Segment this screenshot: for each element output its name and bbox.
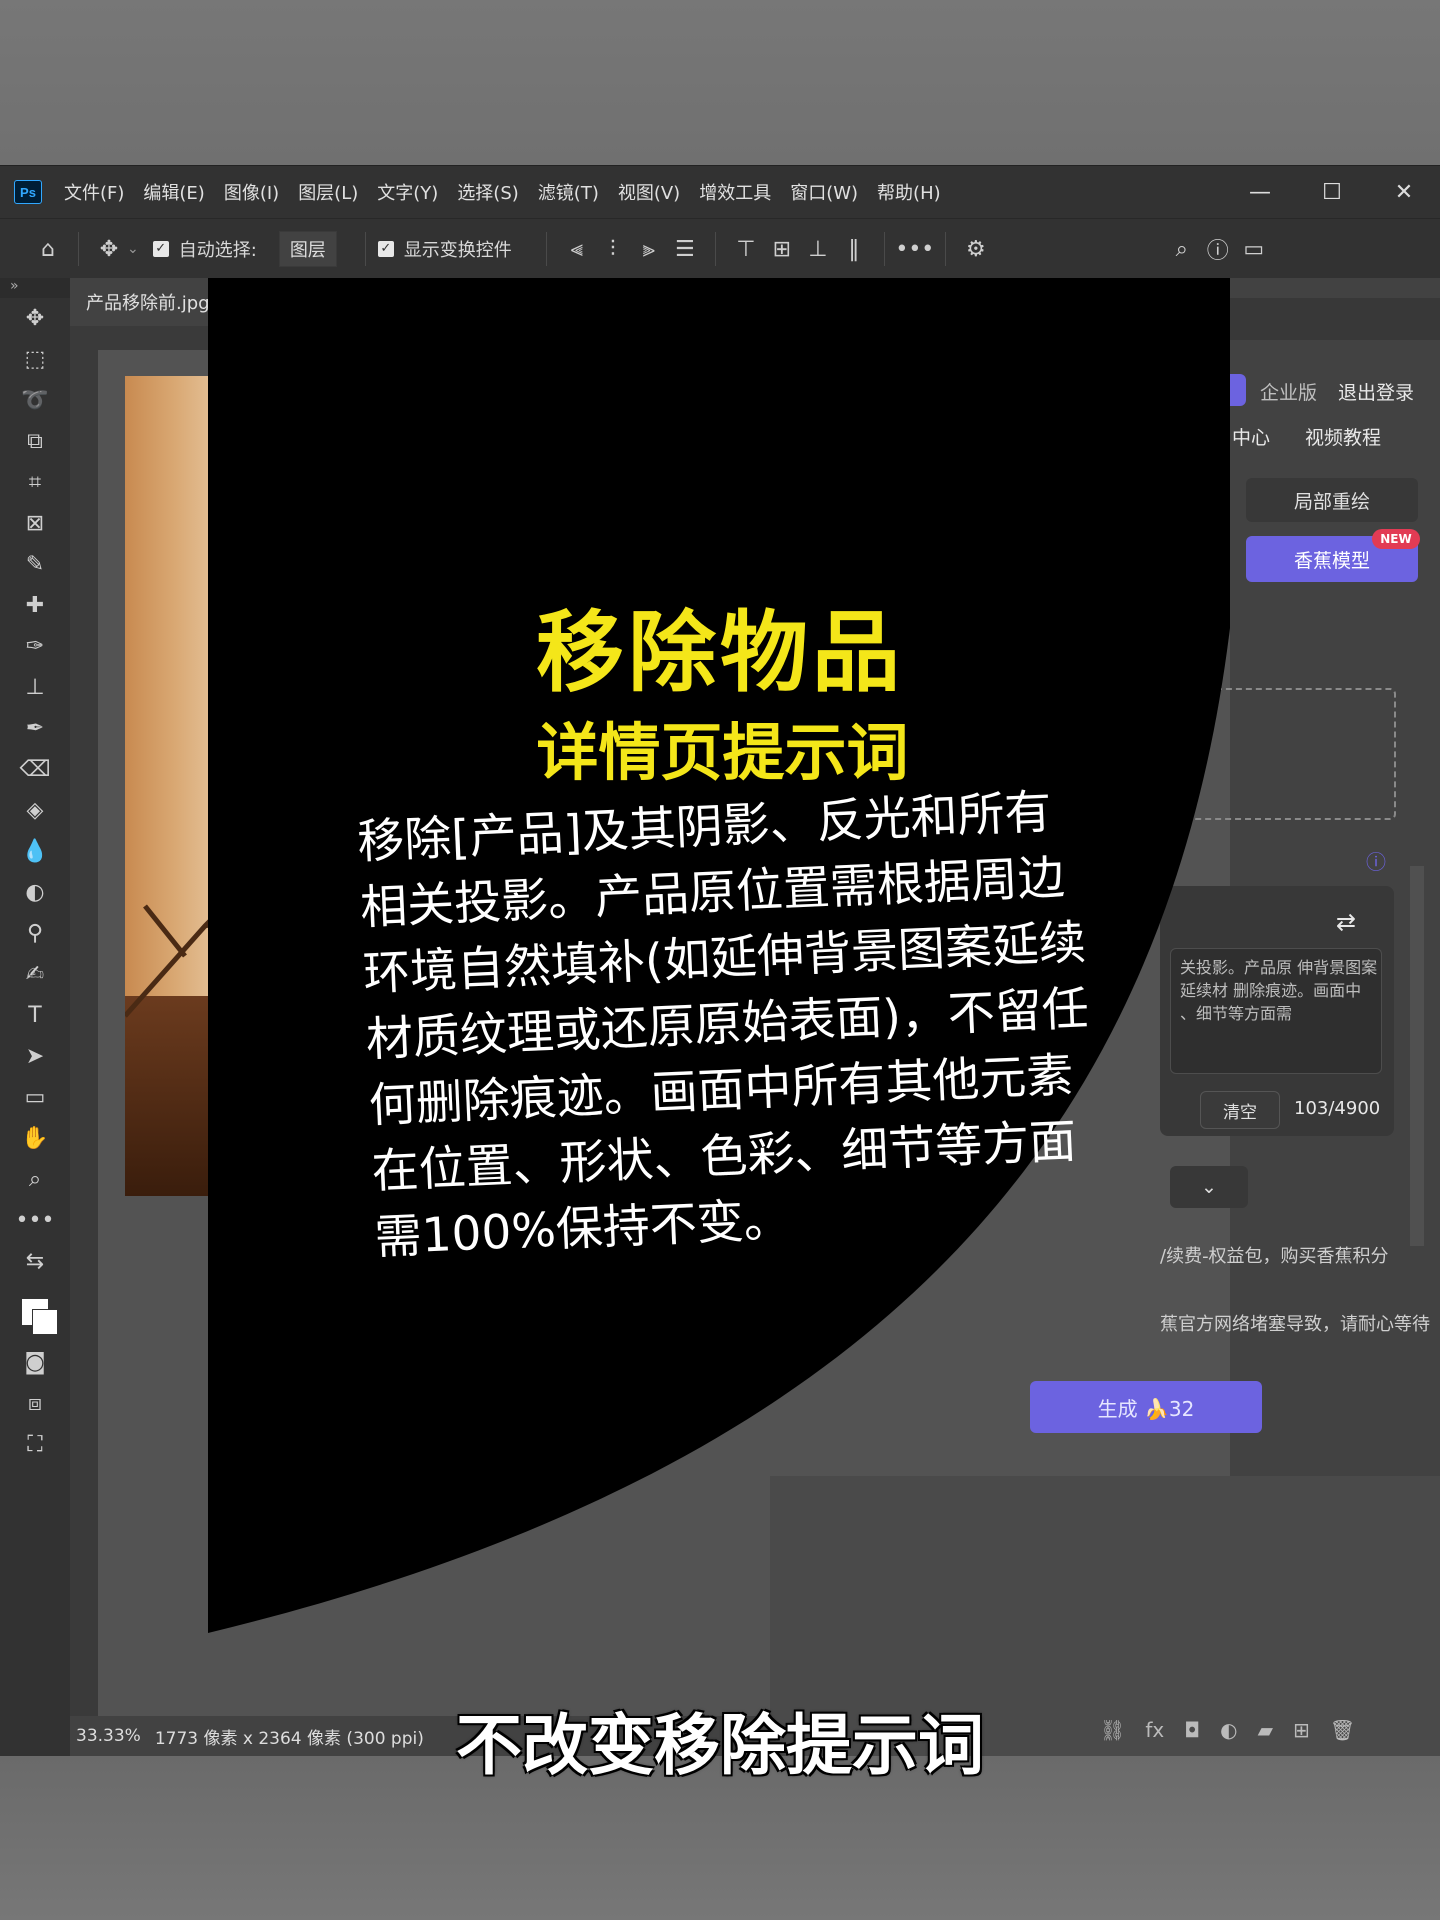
more-tools-icon[interactable]: ••• xyxy=(0,1200,70,1241)
screen-mode-icon[interactable]: ⧈ xyxy=(0,1383,70,1424)
chevron-down-icon[interactable]: ⌄ xyxy=(127,241,139,257)
divider xyxy=(944,232,946,266)
show-transform-label: 显示变换控件 xyxy=(403,240,512,261)
video-caption: 不改变移除提示词 xyxy=(456,1707,984,1784)
align-bottom-icon[interactable]: ⊥ xyxy=(800,231,836,267)
local-redraw-button[interactable]: 局部重绘 xyxy=(1246,478,1418,522)
type-tool-icon[interactable]: T xyxy=(0,995,70,1036)
pen-tool-icon[interactable]: ✍ xyxy=(0,954,70,995)
overlay-subtitle: 详情页提示词 xyxy=(536,716,909,789)
video-tutorial-tab[interactable]: 视频教程 xyxy=(1305,423,1381,450)
center-tab[interactable]: 中心 xyxy=(1232,423,1270,450)
translate-icon[interactable]: ⇄ xyxy=(1336,908,1356,936)
swap-colors-icon[interactable]: ⇆ xyxy=(0,1241,70,1282)
generate-button[interactable]: 生成 🍌32 xyxy=(1030,1381,1262,1433)
eyedropper-tool-icon[interactable]: ✎ xyxy=(0,544,70,585)
enterprise-link[interactable]: 企业版 xyxy=(1260,378,1317,405)
home-icon[interactable]: ⌂ xyxy=(30,231,66,267)
smudge-tool-icon[interactable]: ⚲ xyxy=(0,913,70,954)
new-badge: NEW xyxy=(1372,529,1420,549)
help-icon[interactable]: ⓘ xyxy=(1200,231,1236,267)
chevron-down-icon[interactable]: ⌄ xyxy=(1170,1166,1248,1208)
menu-select[interactable]: 选择(S) xyxy=(457,179,518,205)
overlay-body: 移除[产品]及其阴影、反光和所有相关投影。产品原位置需根据周边环境自然填补(如延… xyxy=(356,784,1090,1266)
menu-filter[interactable]: 滤镜(T) xyxy=(538,179,599,205)
tools-panel: ✥ ⬚ ➰ ⧉ ⌗ ⊠ ✎ ✚ ✑ ⊥ ✒ ⌫ ◈ 💧 ◐ ⚲ ✍ T ➤ ▭ … xyxy=(0,298,70,1756)
auto-select-label: 自动选择: xyxy=(178,240,257,261)
divider xyxy=(883,232,885,266)
frame-tool-icon[interactable]: ⊠ xyxy=(0,503,70,544)
gear-icon[interactable]: ⚙ xyxy=(958,231,994,267)
overlay-title: 移除物品 xyxy=(535,601,904,704)
path-select-icon[interactable]: ➤ xyxy=(0,1036,70,1077)
expand-panels-icon[interactable]: » xyxy=(10,278,19,294)
menu-image[interactable]: 图像(I) xyxy=(224,179,279,205)
more-options-icon[interactable]: ••• xyxy=(895,231,934,267)
minimize-icon[interactable]: — xyxy=(1224,166,1296,218)
auto-select-dropdown[interactable]: 图层 xyxy=(278,231,337,267)
rectangle-tool-icon[interactable]: ▭ xyxy=(0,1077,70,1118)
photoshop-logo-icon: Ps xyxy=(14,180,42,204)
hand-tool-icon[interactable]: ✋ xyxy=(0,1118,70,1159)
dodge-tool-icon[interactable]: ◐ xyxy=(0,872,70,913)
window-controls: — ☐ ✕ xyxy=(1224,166,1440,218)
quick-mask-icon[interactable]: ◙ xyxy=(0,1342,70,1383)
zoom-tool-icon[interactable]: ⌕ xyxy=(0,1159,70,1200)
notice-text-1: /续费-权益包，购买香蕉积分 xyxy=(1160,1246,1389,1267)
align-right-icon[interactable]: ⫸ xyxy=(631,231,667,267)
align-left-icon[interactable]: ⫷ xyxy=(559,231,595,267)
menu-window[interactable]: 窗口(W) xyxy=(790,179,858,205)
object-select-tool-icon[interactable]: ⧉ xyxy=(0,421,70,462)
notice-text-2: 蕉官方网络堵塞导致，请耐心等待 xyxy=(1160,1314,1430,1335)
plugin-scrollbar[interactable] xyxy=(1410,866,1424,1246)
menu-file[interactable]: 文件(F) xyxy=(64,179,124,205)
divider xyxy=(78,232,79,266)
align-middle-icon[interactable]: ⊞ xyxy=(764,231,800,267)
auto-select-checkbox[interactable]: ✓ xyxy=(152,241,169,257)
distribute-icon[interactable]: ☰ xyxy=(667,231,703,267)
maximize-icon[interactable]: ☐ xyxy=(1296,166,1368,218)
menu-bar: Ps 文件(F) 编辑(E) 图像(I) 图层(L) 文字(Y) 选择(S) 滤… xyxy=(0,166,1440,218)
menu-layer[interactable]: 图层(L) xyxy=(298,179,358,205)
ruler-vertical xyxy=(70,350,98,1750)
menu-plugins[interactable]: 增效工具 xyxy=(699,179,771,205)
help-icon[interactable]: ⓘ xyxy=(1366,846,1386,875)
video-backdrop-top xyxy=(0,0,1440,165)
plugin-tab-active[interactable] xyxy=(1228,374,1246,406)
menu-type[interactable]: 文字(Y) xyxy=(377,179,438,205)
align-center-icon[interactable]: ⫶ xyxy=(595,231,631,267)
menu-help[interactable]: 帮助(H) xyxy=(877,179,941,205)
char-count: 103/4900 xyxy=(1294,1098,1381,1119)
color-swatches-icon[interactable] xyxy=(0,1282,70,1342)
menu-view[interactable]: 视图(V) xyxy=(618,179,680,205)
move-tool-icon[interactable]: ✥ xyxy=(91,231,127,267)
blur-tool-icon[interactable]: 💧 xyxy=(0,831,70,872)
prompt-preview-text: 关投影。产品原 伸背景图案延续材 删除痕迹。画面中 、细节等方面需 xyxy=(1180,958,1378,1023)
lasso-tool-icon[interactable]: ➰ xyxy=(0,380,70,421)
plugin-panel-header xyxy=(1230,298,1440,340)
options-bar: ⌂ ✥ ⌄ ✓ 自动选择: 图层 ✓ 显示变换控件 ⫷ ⫶ ⫸ ☰ ⊤ ⊞ ⊥ … xyxy=(0,218,1440,279)
logout-link[interactable]: 退出登录 xyxy=(1338,378,1414,405)
show-transform-checkbox[interactable]: ✓ xyxy=(377,241,394,257)
clear-button[interactable]: 清空 xyxy=(1200,1091,1280,1129)
search-icon[interactable]: ⌕ xyxy=(1164,231,1200,267)
divider xyxy=(714,232,716,266)
close-icon[interactable]: ✕ xyxy=(1368,166,1440,218)
crop-tool-icon[interactable]: ⌗ xyxy=(0,462,70,503)
move-tool-icon[interactable]: ✥ xyxy=(0,298,70,339)
distribute-vertical-icon[interactable]: ‖ xyxy=(836,231,872,267)
divider xyxy=(545,232,547,266)
workspace-icon[interactable]: ▭ xyxy=(1236,231,1272,267)
divider xyxy=(364,232,366,266)
align-top-icon[interactable]: ⊤ xyxy=(728,231,764,267)
generative-icon[interactable]: ⛶ xyxy=(0,1424,70,1465)
menu-edit[interactable]: 编辑(E) xyxy=(143,179,204,205)
marquee-tool-icon[interactable]: ⬚ xyxy=(0,339,70,380)
paint-bucket-icon[interactable]: ◈ xyxy=(0,790,70,831)
